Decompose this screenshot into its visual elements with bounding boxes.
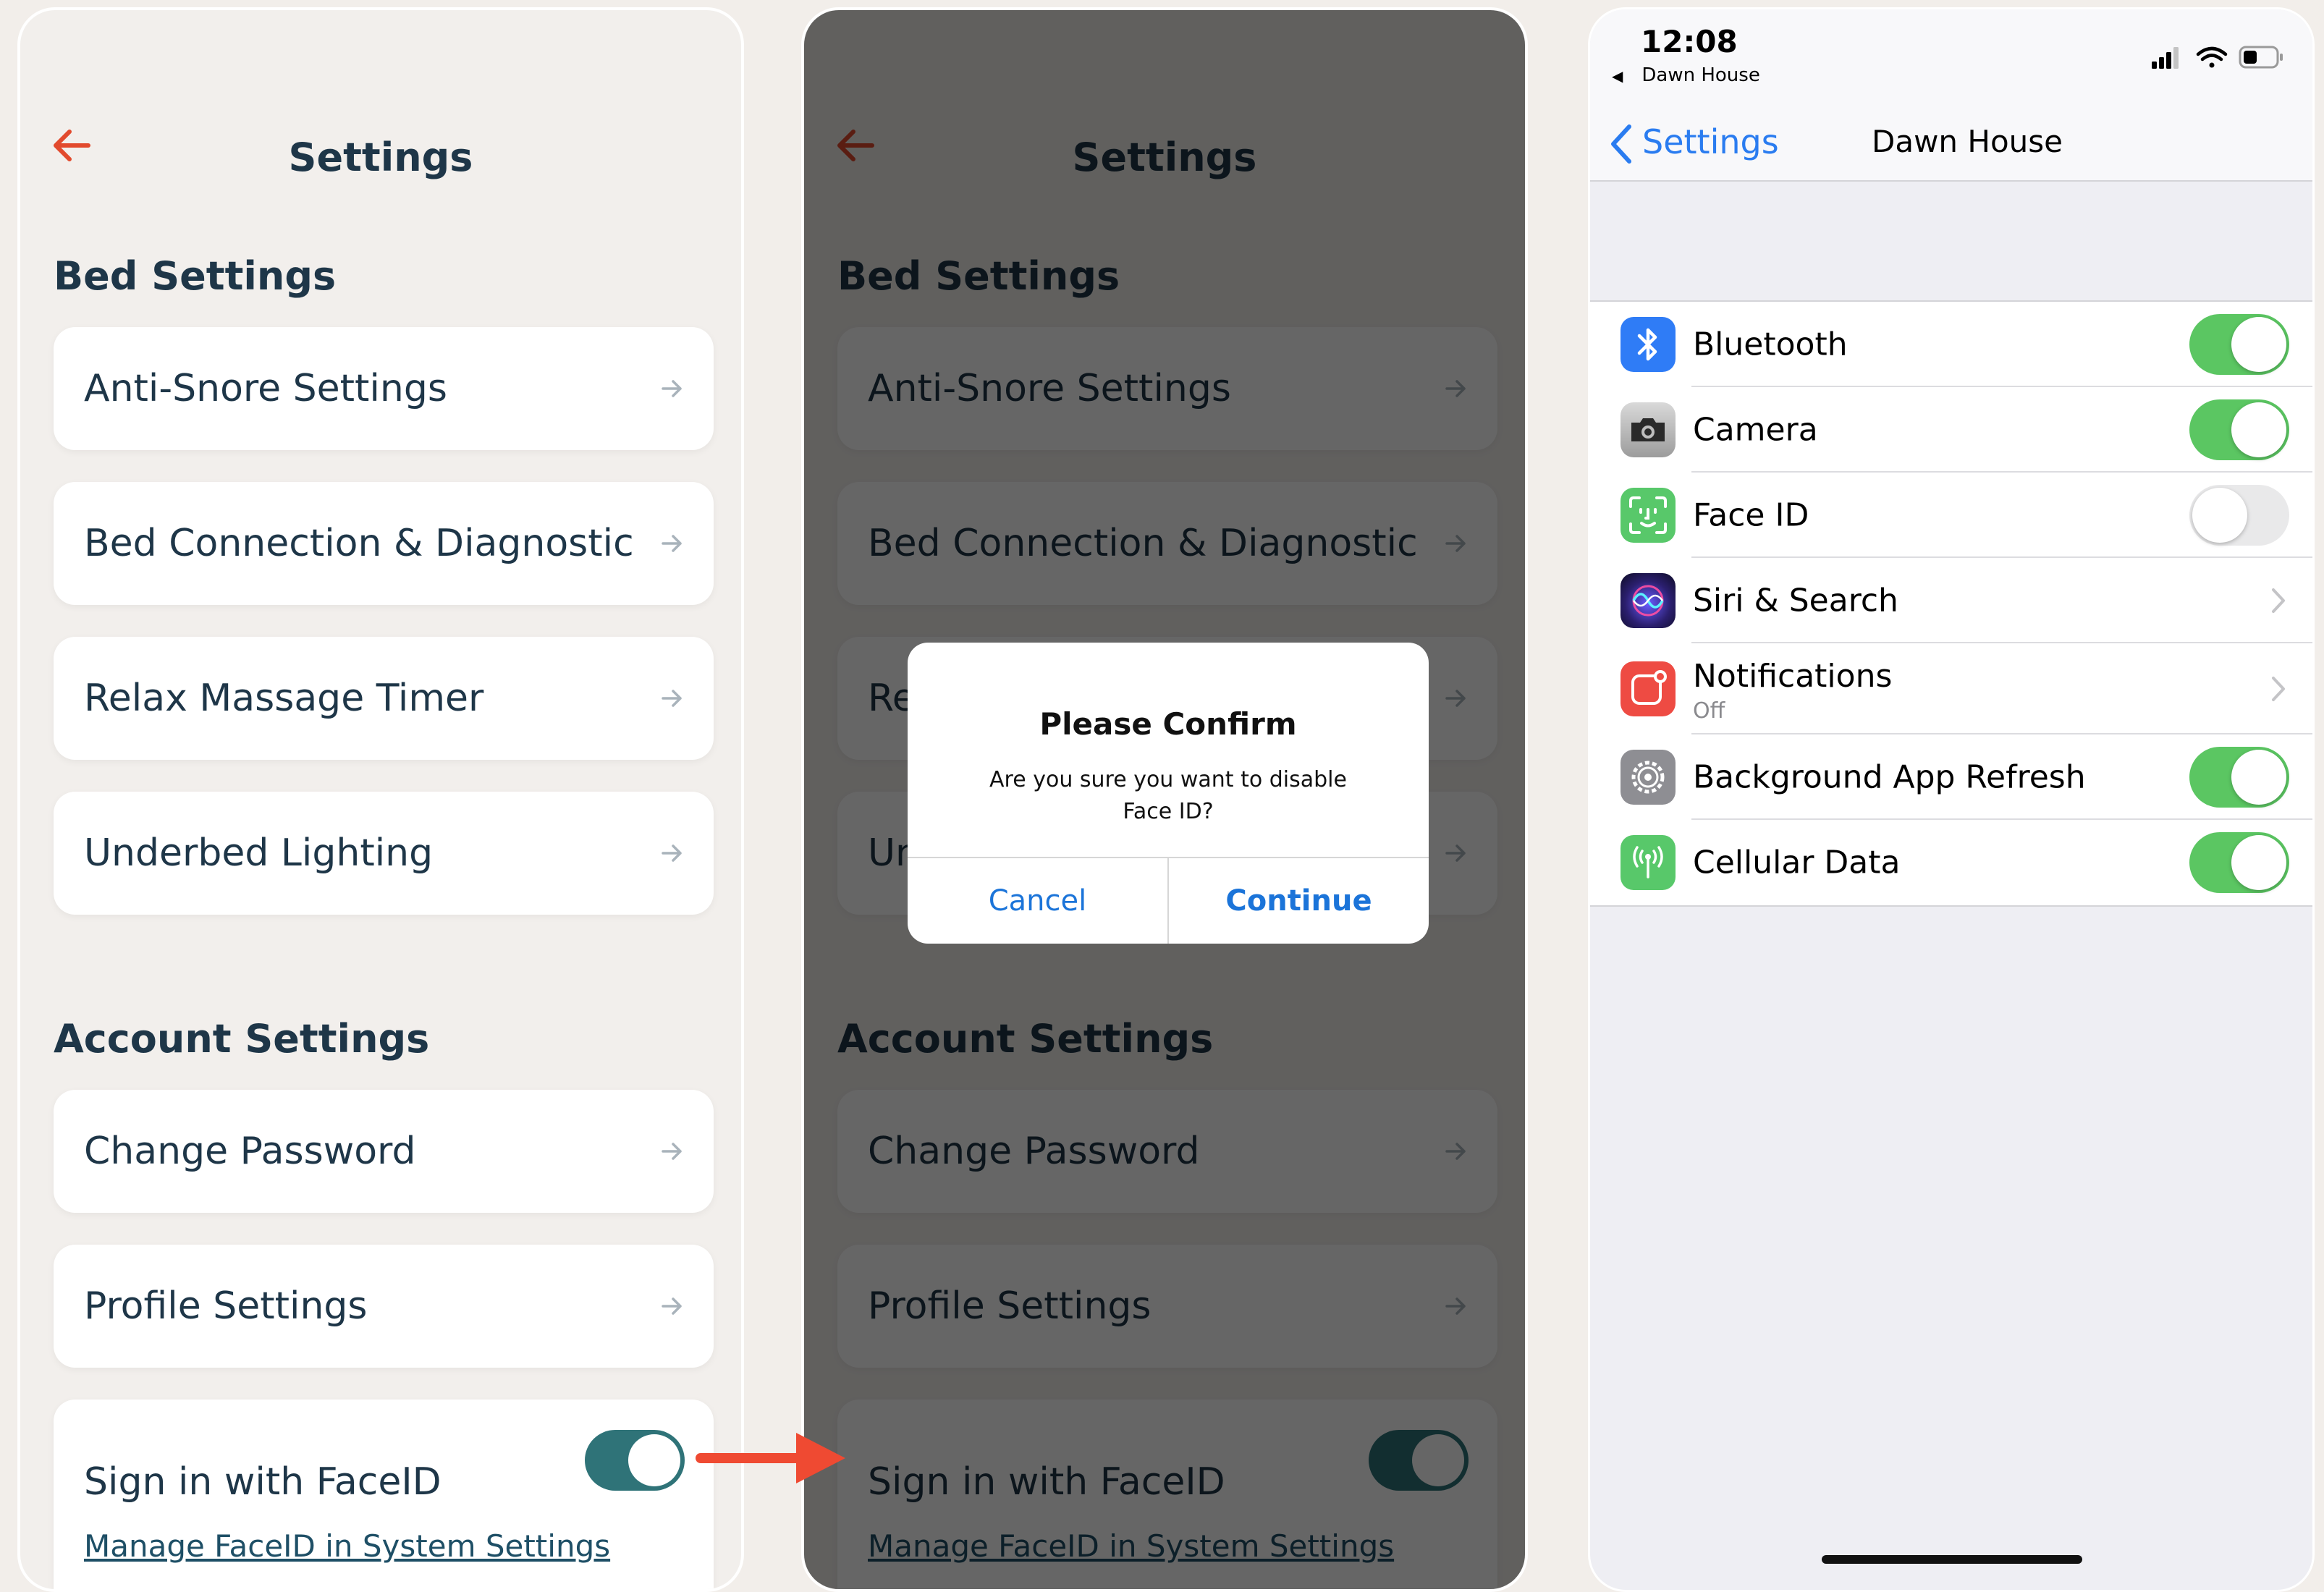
bluetooth-icon [1621, 317, 1676, 372]
face-id-icon [1621, 488, 1676, 543]
arrow-right-icon [662, 690, 682, 707]
antenna-icon [1621, 835, 1676, 890]
status-back-link[interactable]: ◀ Dawn House [1612, 64, 1760, 86]
list-item-cellular-data[interactable]: Cellular Data [1590, 820, 2312, 905]
item-label: Relax Massage Timer [84, 677, 484, 720]
back-triangle-icon: ◀ [1612, 67, 1623, 85]
toggle-knob [2231, 835, 2286, 890]
faceid-toggle[interactable] [585, 1430, 685, 1491]
row-label: Bluetooth [1693, 326, 1848, 363]
row-label: Notifications [1693, 658, 1893, 695]
faceid-label: Sign in with FaceID [84, 1460, 441, 1504]
continue-button[interactable]: Continue [1169, 858, 1429, 944]
status-time: 12:08 [1641, 24, 1738, 59]
faceid-card: Sign in with FaceID Manage FaceID in Sys… [54, 1400, 714, 1589]
underbed-lighting-item[interactable]: Underbed Lighting [54, 792, 714, 915]
notifications-icon [1621, 661, 1676, 716]
status-back-label: Dawn House [1641, 64, 1760, 86]
nav-title-text: Dawn House [1871, 124, 2063, 159]
list-item-face-id[interactable]: Face ID [1590, 473, 2312, 558]
row-label: Camera [1693, 411, 1818, 449]
face-id-toggle[interactable] [2189, 485, 2289, 546]
row-label: Background App Refresh [1693, 758, 2086, 796]
item-label: Underbed Lighting [84, 831, 434, 875]
arrow-right-icon [662, 1297, 682, 1315]
list-item-notifications[interactable]: Notifications Off [1590, 643, 2312, 734]
arrow-right-icon [662, 380, 682, 397]
cellular-data-toggle[interactable] [2189, 832, 2289, 893]
battery-icon [2239, 46, 2283, 69]
home-indicator[interactable] [1822, 1555, 2082, 1564]
camera-toggle[interactable] [2189, 399, 2289, 460]
arrow-right-icon [662, 1143, 682, 1160]
toggle-knob [2231, 750, 2286, 805]
toggle-knob [2192, 488, 2247, 543]
camera-icon [1621, 402, 1676, 457]
row-label: Siri & Search [1693, 582, 1898, 619]
toggle-knob [2231, 317, 2286, 372]
status-icons [2152, 46, 2283, 69]
background-refresh-toggle[interactable] [2189, 747, 2289, 808]
list-item-siri-search[interactable]: Siri & Search [1590, 558, 2312, 643]
row-label: Cellular Data [1693, 844, 1901, 881]
item-label: Change Password [84, 1130, 416, 1173]
siri-icon [1621, 573, 1676, 628]
change-password-item[interactable]: Change Password [54, 1090, 714, 1213]
signal-icon [2152, 47, 2179, 69]
item-label: Anti-Snore Settings [84, 367, 447, 410]
relax-massage-timer-item[interactable]: Relax Massage Timer [54, 637, 714, 760]
list-item-camera[interactable]: Camera [1590, 387, 2312, 473]
nav-title: Dawn House [1590, 124, 2312, 159]
bluetooth-toggle[interactable] [2189, 314, 2289, 375]
toggle-knob [628, 1434, 680, 1486]
row-sublabel: Off [1693, 698, 1725, 724]
ios-settings-list: Bluetooth Camera Face ID Siri & Search N… [1590, 300, 2312, 907]
annotation-arrow-icon [696, 1433, 845, 1483]
account-settings-heading: Account Settings [54, 1016, 430, 1062]
row-label: Face ID [1693, 496, 1809, 534]
list-item-background-app-refresh[interactable]: Background App Refresh [1590, 734, 2312, 820]
bed-connection-item[interactable]: Bed Connection & Diagnostic [54, 482, 714, 605]
gear-icon [1621, 750, 1676, 805]
dialog-message: Are you sure you want to disable Face ID… [989, 767, 1347, 824]
wifi-icon [2196, 46, 2228, 68]
toggle-knob [2231, 402, 2286, 457]
anti-snore-settings-item[interactable]: Anti-Snore Settings [54, 327, 714, 450]
list-item-bluetooth[interactable]: Bluetooth [1590, 302, 2312, 387]
chevron-right-icon [2272, 588, 2285, 613]
cancel-button[interactable]: Cancel [908, 858, 1167, 944]
ios-settings-screen: 12:08 ◀ Dawn House Settings Dawn House B… [1588, 7, 2315, 1592]
arrow-right-icon [662, 535, 682, 552]
profile-settings-item[interactable]: Profile Settings [54, 1245, 714, 1368]
item-label: Bed Connection & Diagnostic [84, 522, 634, 565]
app-settings-screen: Settings Bed Settings Anti-Snore Setting… [17, 7, 744, 1592]
chevron-right-icon [2272, 677, 2285, 701]
dialog-title: Please Confirm [1039, 706, 1297, 742]
item-label: Profile Settings [84, 1284, 368, 1328]
arrow-right-icon [662, 844, 682, 862]
page-title: Settings [288, 135, 473, 180]
manage-faceid-link[interactable]: Manage FaceID in System Settings [84, 1528, 610, 1564]
ios-header: 12:08 ◀ Dawn House Settings Dawn House [1590, 9, 2312, 182]
bed-settings-heading: Bed Settings [54, 253, 337, 299]
confirm-dialog: Please Confirm Are you sure you want to … [908, 643, 1429, 944]
